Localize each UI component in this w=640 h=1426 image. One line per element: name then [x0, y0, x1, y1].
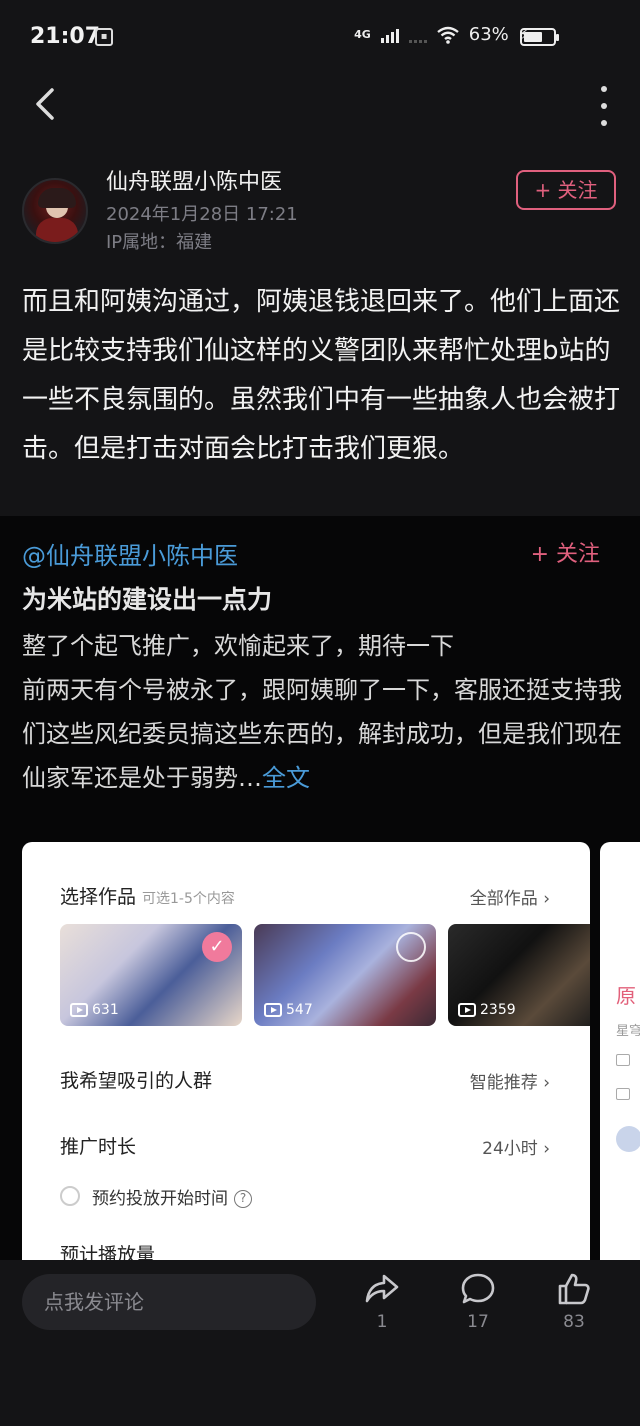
top-nav-bar [0, 72, 640, 162]
reposted-text-line2: 前两天有个号被永了，跟阿姨聊了一下，客服还挺支持我们这些风纪委员搞这些东西的，解… [22, 676, 622, 792]
status-indicators: 4G 63% ⚡ [354, 24, 530, 45]
comment-bubble-icon [461, 1273, 495, 1304]
back-arrow-icon[interactable] [28, 86, 64, 122]
status-bar: 21:07 ▪ 4G 63% ⚡ [0, 0, 640, 72]
estimated-plays-label: 预计播放量 [60, 1244, 156, 1260]
thumbs-up-icon [558, 1273, 590, 1305]
peek-subtitle: 星穹 [616, 1024, 640, 1039]
share-button[interactable]: 1 [352, 1272, 412, 1332]
post-body: 而且和阿姨沟通过，阿姨退钱退回来了。他们上面还是比较支持我们仙这样的义警团队来帮… [22, 287, 621, 464]
post-date: 2024年1月28日 17:21 [106, 204, 298, 225]
reposted-text: 整了个起飞推广，欢愉起来了，期待一下 前两天有个号被永了，跟阿姨聊了一下，客服还… [22, 624, 622, 800]
uid-icon [616, 1088, 630, 1100]
video-thumbnail-1: ✓ 631 [60, 924, 242, 1026]
share-count: 1 [376, 1312, 388, 1332]
notification-icon: ▪ [95, 28, 113, 46]
video-thumbnail-2: 547 [254, 924, 436, 1026]
ip-icon [616, 1054, 630, 1066]
reposted-author[interactable]: @仙舟联盟小陈中医 [22, 536, 238, 571]
wifi-icon [437, 26, 459, 44]
network-type: 4G [354, 28, 371, 41]
schedule-label: 预约投放开始时间 [92, 1189, 228, 1209]
next-image-peek[interactable]: 原 星穹 [600, 842, 640, 1260]
post: 仙舟联盟小陈中医 2024年1月28日 17:21 IP属地：福建 + 关注 而… [0, 162, 640, 516]
selected-check-icon: ✓ [202, 932, 232, 962]
reposted-content[interactable]: @仙舟联盟小陈中医 + 关注 为米站的建设出一点力 整了个起飞推广，欢愉起来了，… [0, 516, 640, 1260]
reposted-text-line1: 整了个起飞推广，欢愉起来了，期待一下 [22, 632, 454, 660]
comment-input[interactable]: 点我发评论 [22, 1274, 316, 1330]
audience-label: 我希望吸引的人群 [60, 1070, 213, 1092]
select-works-hint: 可选1-5个内容 [142, 891, 235, 907]
author-name[interactable]: 仙舟联盟小陈中医 [106, 164, 282, 196]
reposted-follow-button[interactable]: + 关注 [531, 536, 600, 568]
unselected-circle-icon [396, 932, 426, 962]
battery-icon [520, 28, 559, 46]
full-text-link[interactable]: 全文 [262, 764, 310, 792]
play-count: 631 [70, 1002, 119, 1018]
play-count: 547 [264, 1002, 313, 1018]
all-works-link: 全部作品 › [469, 889, 550, 909]
peek-avatar [616, 1126, 640, 1152]
avatar[interactable] [22, 178, 88, 244]
video-thumbnail-3: 2359 [448, 924, 590, 1026]
schedule-radio [60, 1186, 80, 1206]
peek-title: 原 [616, 984, 636, 1008]
select-works-label: 选择作品 [60, 886, 137, 908]
audience-value: 智能推荐 › [469, 1073, 550, 1093]
bottom-action-bar: 点我发评论 1 17 83 [0, 1260, 640, 1426]
like-count: 83 [563, 1312, 585, 1332]
share-icon [365, 1274, 399, 1303]
duration-value: 24小时 › [482, 1139, 550, 1159]
follow-button[interactable]: + 关注 [516, 170, 616, 210]
play-count: 2359 [458, 1002, 516, 1018]
comment-button[interactable]: 17 [448, 1272, 508, 1332]
promo-screenshot-image[interactable]: 选择作品 可选1-5个内容 全部作品 › ✓ 631 547 2359 我希望吸引… [22, 842, 590, 1260]
help-icon: ? [234, 1190, 252, 1208]
ip-location: IP属地：福建 [106, 232, 213, 253]
like-button[interactable]: 83 [544, 1272, 604, 1332]
reposted-title: 为米站的建设出一点力 [22, 585, 273, 614]
comment-count: 17 [467, 1312, 489, 1332]
status-time: 21:07 [30, 24, 101, 49]
more-options-icon[interactable] [596, 86, 612, 126]
schedule-row: 预约投放开始时间? [92, 1184, 252, 1209]
select-works-row: 选择作品 可选1-5个内容 [60, 882, 235, 909]
signal-icon [380, 27, 399, 43]
battery-percent: 63% [468, 24, 509, 45]
signal-secondary-icon [408, 27, 427, 43]
duration-label: 推广时长 [60, 1136, 137, 1158]
